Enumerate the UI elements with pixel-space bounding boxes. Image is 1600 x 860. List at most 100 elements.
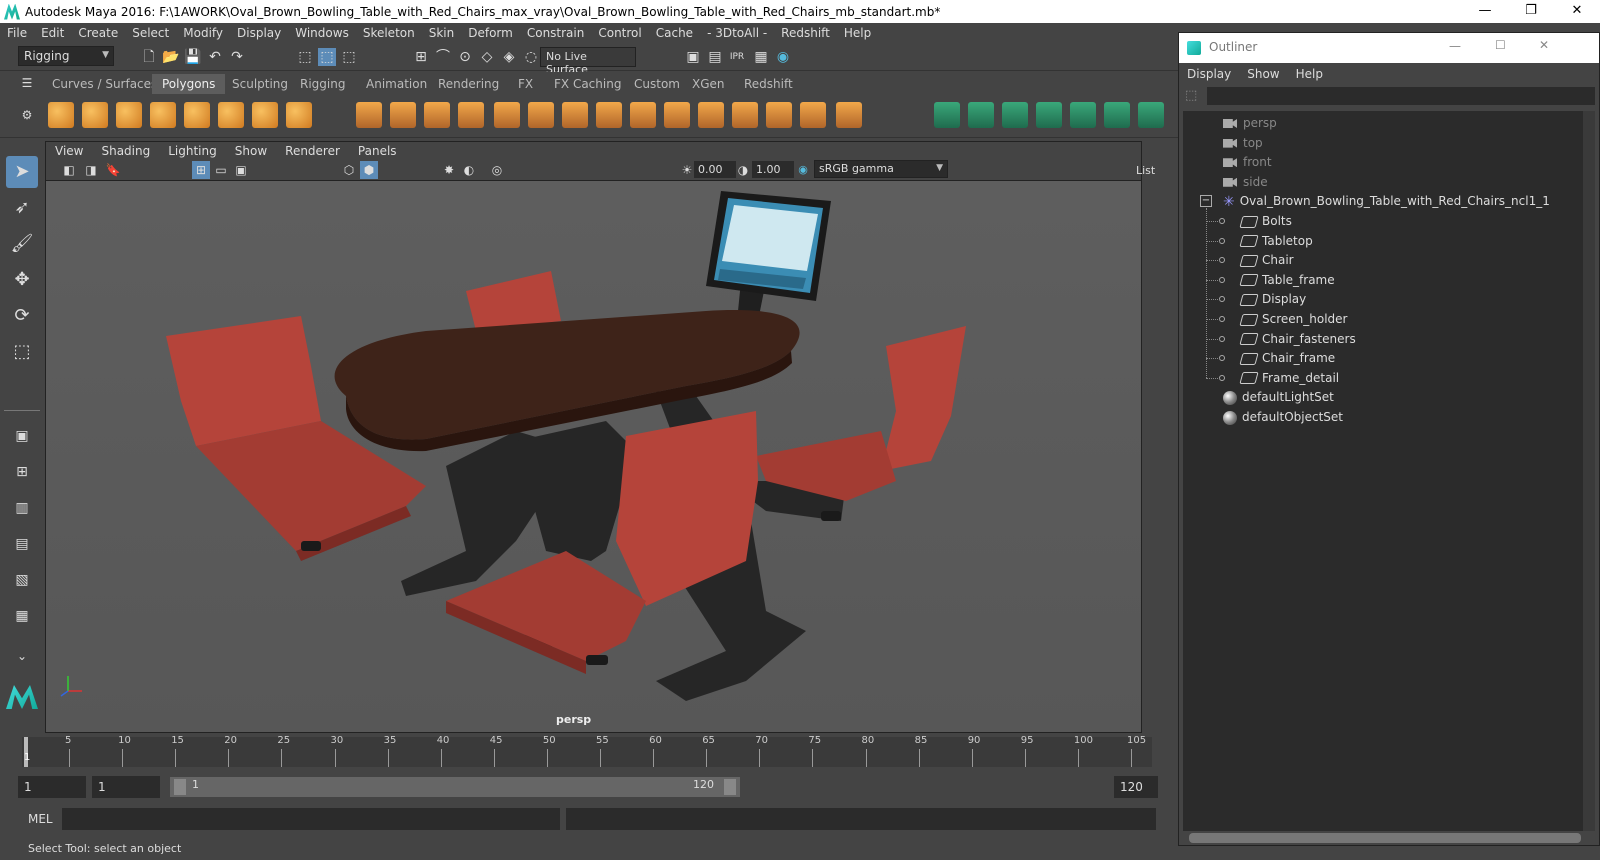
uv-editor-icon[interactable] <box>836 102 862 128</box>
range-start-handle[interactable] <box>174 779 186 795</box>
shelf-tab-custom[interactable]: Custom <box>624 74 690 94</box>
outliner-mesh-screen-holder[interactable]: Screen_holder <box>1239 309 1347 329</box>
four-view-layout-icon[interactable]: ⊞ <box>6 456 38 488</box>
shelf-tab-animation[interactable]: Animation <box>356 74 437 94</box>
outliner-set-defaultlightset[interactable]: defaultLightSet <box>1223 387 1334 407</box>
new-scene-icon[interactable]: 🗋 <box>140 48 158 66</box>
end-time-field[interactable]: 120 <box>1114 776 1158 798</box>
menu-modify[interactable]: Modify <box>176 26 230 40</box>
outliner-mesh-bolts[interactable]: Bolts <box>1239 211 1292 231</box>
snap-curve-icon[interactable]: ⌒ <box>434 48 452 66</box>
menu-create[interactable]: Create <box>71 26 125 40</box>
outliner-set-defaultobjectset[interactable]: defaultObjectSet <box>1223 407 1343 427</box>
time-slider[interactable]: 1 5 10 15 20 25 30 35 40 45 50 55 60 65 70 75 80 85 90 95 1… <box>0 735 1178 769</box>
mode-dropdown[interactable]: Rigging ▼ <box>18 46 114 66</box>
outliner-filter-icon[interactable]: ⬚ <box>1185 88 1197 103</box>
snap-point-icon[interactable]: ⊙ <box>456 48 474 66</box>
persp-graph-layout-icon[interactable]: ▤ <box>6 528 38 560</box>
film-gate-icon[interactable]: ▭ <box>212 161 230 179</box>
mel-label[interactable]: MEL <box>28 812 53 826</box>
shelf-tab-fx-caching[interactable]: FX Caching <box>544 74 631 94</box>
auto-map-icon[interactable] <box>968 102 994 128</box>
insert-loop-icon[interactable] <box>800 102 826 128</box>
shelf-tab-xgen[interactable]: XGen <box>682 74 735 94</box>
shelf-menu-icon[interactable]: ☰ <box>18 74 36 92</box>
outliner-vertical-scrollbar[interactable] <box>1583 111 1595 831</box>
outliner-camera-persp[interactable]: persp <box>1223 113 1277 133</box>
shadows-icon[interactable]: ◐ <box>460 161 478 179</box>
outliner-camera-front[interactable]: front <box>1223 152 1272 172</box>
outliner-menu-display[interactable]: Display <box>1179 67 1239 81</box>
outliner-camera-side[interactable]: side <box>1223 172 1268 192</box>
live-surface-field[interactable]: No Live Surface <box>540 47 636 76</box>
render-view-icon[interactable]: ▣ <box>684 48 702 66</box>
poly-plane-icon[interactable] <box>184 102 210 128</box>
outliner-maximize-button[interactable]: ☐ <box>1495 38 1506 52</box>
rotate-tool-icon[interactable]: ⟳ <box>6 300 38 332</box>
persp-viewport[interactable]: View Shading Lighting Show Renderer Panels ◧ … <box>45 141 1155 733</box>
outliner-mesh-frame-detail[interactable]: Frame_detail <box>1239 368 1339 388</box>
poly-cone-icon[interactable] <box>150 102 176 128</box>
menu-windows[interactable]: Windows <box>288 26 356 40</box>
outliner-camera-top[interactable]: top <box>1223 133 1263 153</box>
poly-pipe-icon[interactable] <box>286 102 312 128</box>
save-scene-icon[interactable]: 💾 <box>184 48 202 66</box>
snap-grid-icon[interactable]: ⊞ <box>412 48 430 66</box>
timeline-track[interactable] <box>22 737 1152 767</box>
close-button[interactable]: ✕ <box>1554 0 1600 23</box>
shelf-settings-icon[interactable]: ⚙ <box>18 106 36 124</box>
outliner-mesh-table-frame[interactable]: Table_frame <box>1239 270 1335 290</box>
gamma-icon[interactable]: ◑ <box>734 161 752 179</box>
outliner-mesh-chair[interactable]: Chair <box>1239 250 1294 270</box>
smooth-shade-icon[interactable]: ⬢ <box>360 161 378 179</box>
menu-edit[interactable]: Edit <box>34 26 71 40</box>
shelf-tab-polygons[interactable]: Polygons <box>152 74 226 94</box>
viewport-menu-shading[interactable]: Shading <box>92 144 159 158</box>
lasso-tool-icon[interactable]: ➶ <box>6 192 38 224</box>
viewport-menu-show[interactable]: Show <box>226 144 276 158</box>
transfer-icon[interactable] <box>1070 102 1096 128</box>
maximize-button[interactable]: ❐ <box>1508 0 1554 23</box>
xray-icon[interactable]: ◎ <box>488 161 506 179</box>
append-icon[interactable] <box>596 102 622 128</box>
outliner-tree[interactable]: persp top front side − ✳ Oval_Brown_Bowling_Ta… <box>1183 111 1583 831</box>
gamma-field[interactable]: 1.00 <box>752 161 794 178</box>
move-tool-icon[interactable]: ✥ <box>6 264 38 296</box>
bridge-icon[interactable] <box>528 102 554 128</box>
select-tool-icon[interactable]: ➤ <box>6 156 38 188</box>
poly-cylinder-icon[interactable] <box>116 102 142 128</box>
viewport-menu-panels[interactable]: Panels <box>349 144 406 158</box>
outliner-mesh-display[interactable]: Display <box>1239 289 1306 309</box>
menu-constrain[interactable]: Constrain <box>520 26 592 40</box>
custom-layout-icon[interactable]: ▦ <box>6 600 38 632</box>
outliner-search-input[interactable] <box>1207 87 1595 105</box>
range-end-handle[interactable] <box>724 779 736 795</box>
poly-cube-icon[interactable] <box>82 102 108 128</box>
shelf-tab-rendering[interactable]: Rendering <box>428 74 509 94</box>
separate-icon[interactable] <box>390 102 416 128</box>
anim-start-field[interactable]: 1 <box>92 776 160 798</box>
resolution-gate-icon[interactable]: ▣ <box>232 161 250 179</box>
offset-loop-icon[interactable] <box>766 102 792 128</box>
mirror-icon[interactable] <box>1104 102 1130 128</box>
exposure-field[interactable]: 0.00 <box>694 161 736 178</box>
viewport-menu-renderer[interactable]: Renderer <box>276 144 349 158</box>
ipr-icon[interactable]: IPR <box>728 48 746 66</box>
select-object-icon[interactable]: ⬚ <box>318 48 336 66</box>
wireframe-icon[interactable]: ⬡ <box>340 161 358 179</box>
grid-icon[interactable]: ⊞ <box>192 161 210 179</box>
target-weld-icon[interactable] <box>698 102 724 128</box>
planar-map-icon[interactable] <box>934 102 960 128</box>
outliner-mesh-chair-fasteners[interactable]: Chair_fasteners <box>1239 329 1356 349</box>
menu-skeleton[interactable]: Skeleton <box>356 26 422 40</box>
menu-help[interactable]: Help <box>837 26 878 40</box>
outliner-group-item[interactable]: ✳ Oval_Brown_Bowling_Table_with_Red_Chair… <box>1223 191 1550 211</box>
shelf-tab-curves-surfaces[interactable]: Curves / Surfaces <box>42 74 167 94</box>
camera-select-icon[interactable]: ◧ <box>60 161 78 179</box>
menu-redshift[interactable]: Redshift <box>774 26 837 40</box>
poly-torus-icon[interactable] <box>218 102 244 128</box>
shelf-tab-redshift[interactable]: Redshift <box>734 74 803 94</box>
collapse-group-toggle[interactable]: − <box>1200 195 1212 208</box>
viewport-menu-view[interactable]: View <box>46 144 92 158</box>
paint-select-tool-icon[interactable]: 🖌 <box>6 228 38 260</box>
